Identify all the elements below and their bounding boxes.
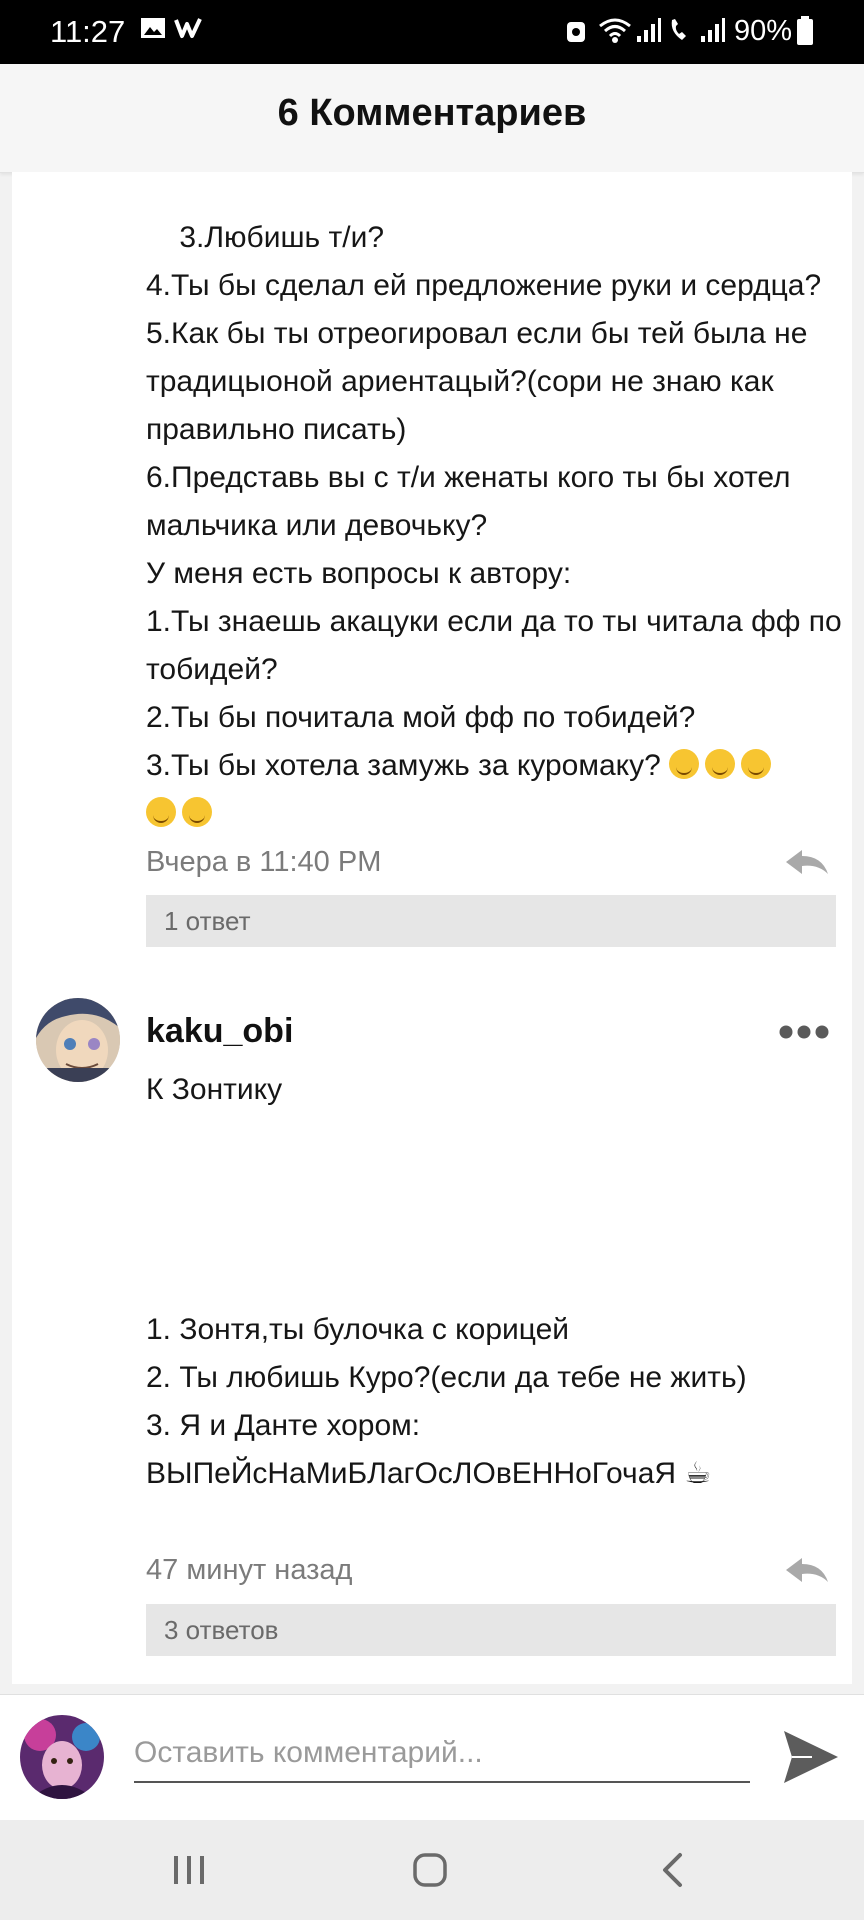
reply-icon[interactable] bbox=[782, 1556, 832, 1586]
home-icon[interactable] bbox=[412, 1852, 448, 1888]
alarm-icon bbox=[567, 22, 585, 42]
gallery-icon bbox=[141, 18, 165, 38]
page-title: 6 Комментариев bbox=[277, 92, 587, 134]
username[interactable]: kaku_obi bbox=[146, 1012, 293, 1051]
recent-apps-icon[interactable] bbox=[172, 1854, 206, 1886]
comments-header: 6 Комментариев bbox=[0, 64, 864, 173]
send-icon[interactable] bbox=[782, 1729, 840, 1785]
w-app-icon bbox=[174, 18, 202, 38]
status-bar: 11:27 90% bbox=[0, 0, 864, 64]
comment-card: kaku_obi К Зонтику 1. Зонтя,ты булочка с… bbox=[12, 964, 852, 1684]
comment-input-bar bbox=[0, 1694, 864, 1821]
battery-level: 90% bbox=[734, 15, 793, 47]
user-avatar[interactable] bbox=[36, 998, 120, 1082]
comment-timestamp: Вчера в 11:40 PM bbox=[146, 846, 382, 878]
reply-icon[interactable] bbox=[782, 848, 832, 878]
system-nav-bar bbox=[0, 1820, 864, 1920]
comment-input[interactable] bbox=[134, 1725, 750, 1783]
comment-text: 3.Любишь т/и? 4.Ты бы сделал ей предложе… bbox=[146, 166, 846, 886]
replies-toggle[interactable]: 3 ответов bbox=[146, 1604, 836, 1656]
signal-icon bbox=[637, 18, 661, 42]
more-options-icon[interactable] bbox=[778, 1024, 830, 1040]
call-icon bbox=[671, 19, 686, 40]
replies-toggle[interactable]: 1 ответ bbox=[146, 895, 836, 947]
comment-body: 3.Любишь т/и? 4.Ты бы сделал ей предложе… bbox=[146, 221, 842, 782]
comment-text: К Зонтику 1. Зонтя,ты булочка с корицей … bbox=[146, 1073, 747, 1490]
my-avatar bbox=[20, 1715, 104, 1799]
signal-2-icon bbox=[701, 18, 725, 42]
wifi-icon bbox=[599, 18, 631, 43]
battery-icon bbox=[797, 16, 813, 45]
comment-timestamp: 47 минут назад bbox=[146, 1554, 353, 1586]
back-icon[interactable] bbox=[660, 1852, 684, 1888]
comment-card: 3.Любишь т/и? 4.Ты бы сделал ей предложе… bbox=[12, 172, 852, 964]
status-time: 11:27 bbox=[50, 14, 126, 49]
